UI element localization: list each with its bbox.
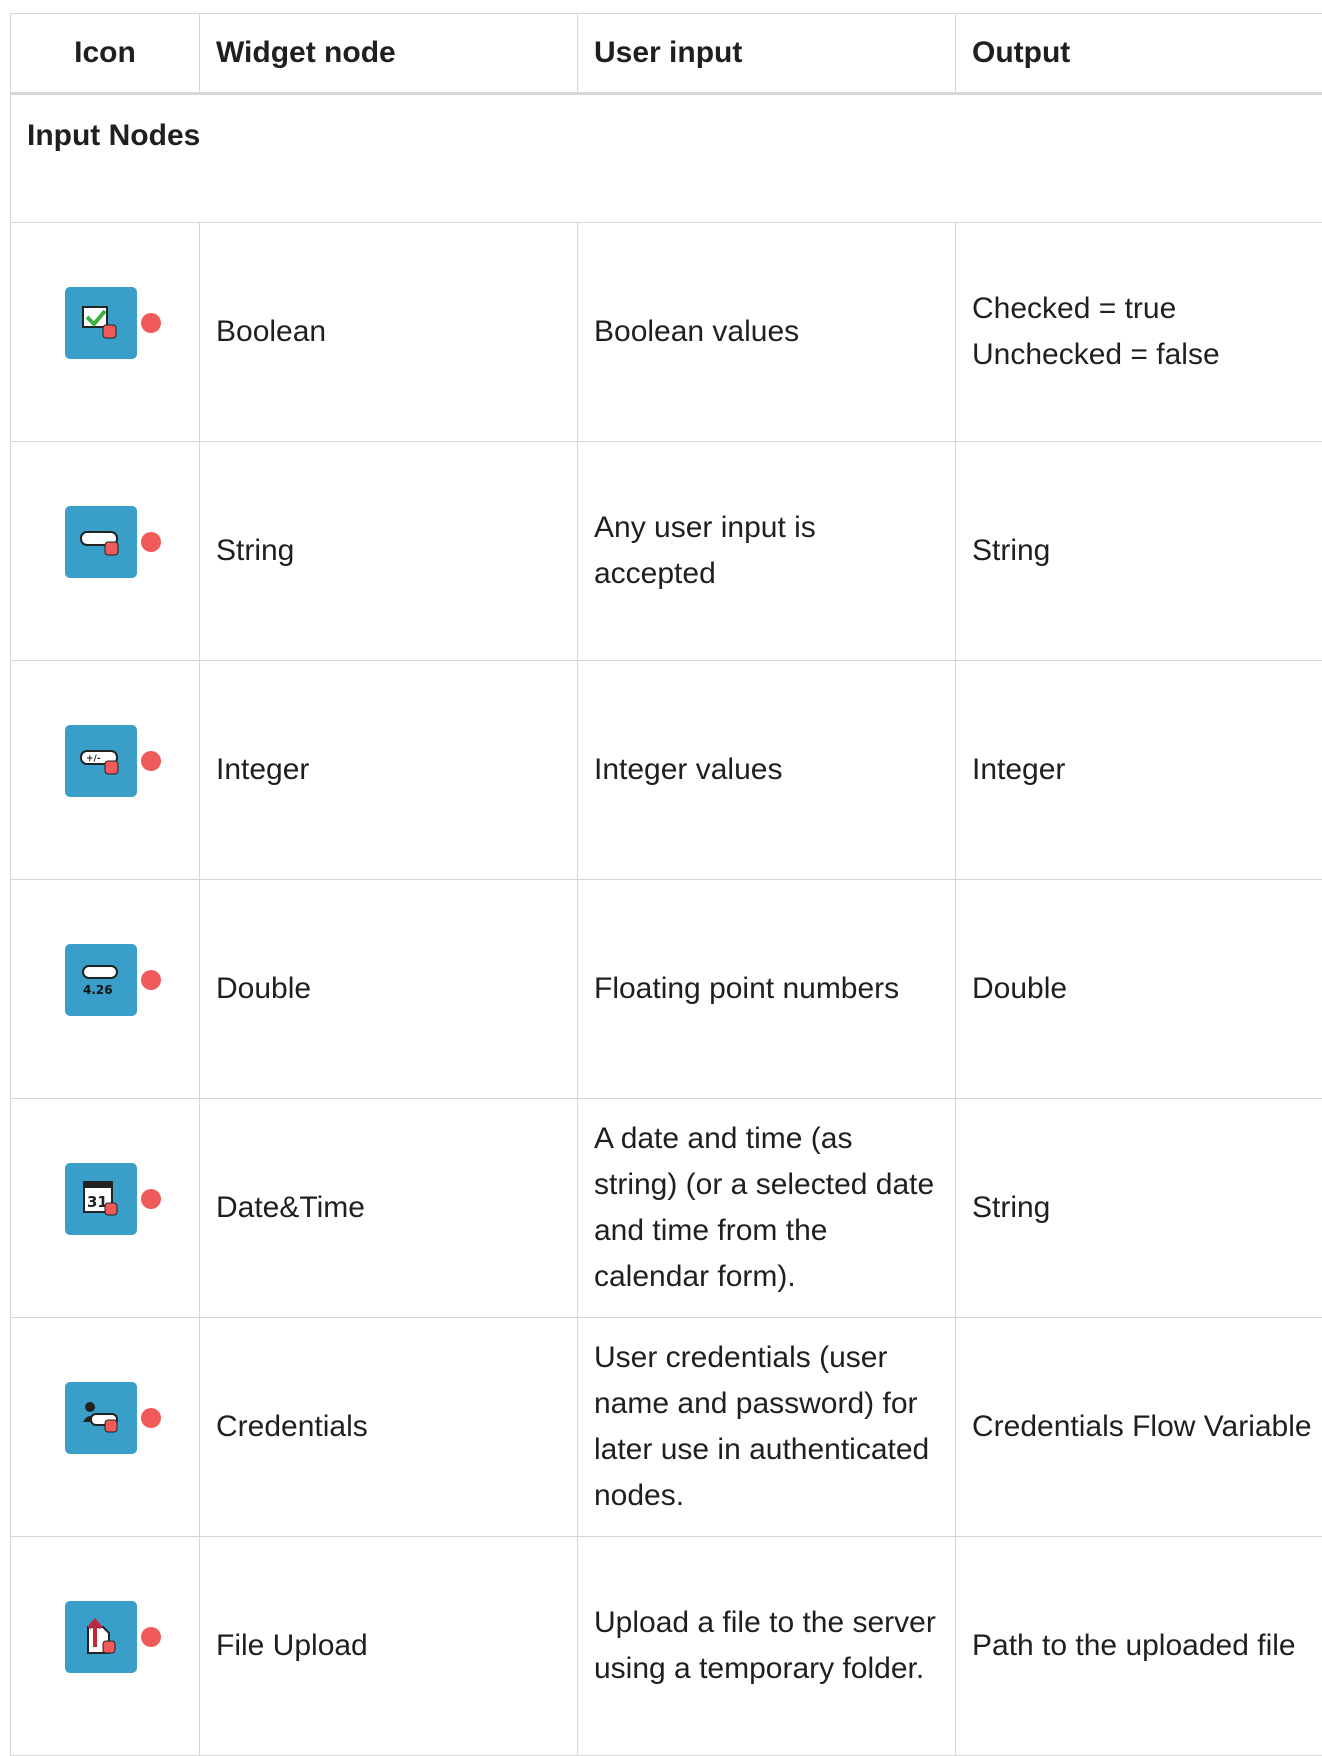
header-output: Output (956, 14, 1322, 94)
widget-name: Credentials (200, 1318, 578, 1537)
output-port-icon (141, 1627, 161, 1647)
widget-name: File Upload (200, 1537, 578, 1756)
icon-cell: +/- (11, 661, 200, 880)
icon-cell: 4.26 (11, 880, 200, 1099)
credentials-widget-icon (65, 1382, 137, 1454)
user-input-text: Floating point numbers (578, 880, 956, 1099)
user-input-text: Boolean values (578, 223, 956, 442)
output-line: Checked = true (972, 286, 1322, 332)
table-row: String Any user input is accepted String (11, 442, 1322, 661)
table-row: File Upload Upload a file to the server … (11, 1537, 1322, 1756)
output-port-icon (141, 1189, 161, 1209)
output-text: String (956, 1099, 1322, 1318)
integer-symbol: +/- (86, 754, 101, 764)
date-time-widget-icon: 31 (65, 1163, 137, 1235)
string-widget-icon (65, 506, 137, 578)
header-widget-node: Widget node (200, 14, 578, 94)
widget-name: Boolean (200, 223, 578, 442)
header-row: Icon Widget node User input Output (11, 14, 1322, 94)
section-row: Input Nodes (11, 94, 1322, 223)
user-input-text: Upload a file to the server using a temp… (578, 1537, 956, 1756)
table-row: 31 Date&Time A date and time (as string)… (11, 1099, 1322, 1318)
section-title: Input Nodes (11, 94, 1322, 223)
icon-cell (11, 223, 200, 442)
user-input-text: User credentials (user name and password… (578, 1318, 956, 1537)
widget-name: Integer (200, 661, 578, 880)
user-input-text: A date and time (as string) (or a select… (578, 1099, 956, 1318)
header-user-input: User input (578, 14, 956, 94)
icon-cell (11, 1318, 200, 1537)
output-text: String (956, 442, 1322, 661)
output-text: Path to the uploaded file (956, 1537, 1322, 1756)
output-port-icon (141, 751, 161, 771)
output-port-icon (141, 313, 161, 333)
header-icon: Icon (11, 14, 200, 94)
user-input-text: Any user input is accepted (578, 442, 956, 661)
output-text: Checked = true Unchecked = false (956, 223, 1322, 442)
output-text: Integer (956, 661, 1322, 880)
file-upload-widget-icon (65, 1601, 137, 1673)
output-line: Unchecked = false (972, 332, 1322, 378)
table-row: +/- Integer Integer values Integer (11, 661, 1322, 880)
double-widget-icon: 4.26 (65, 944, 137, 1016)
widget-name: Double (200, 880, 578, 1099)
widget-nodes-table: Icon Widget node User input Output Input… (10, 13, 1322, 1756)
icon-cell: 31 (11, 1099, 200, 1318)
integer-widget-icon: +/- (65, 725, 137, 797)
output-text: Credentials Flow Variable (956, 1318, 1322, 1537)
icon-cell (11, 442, 200, 661)
table-row: Boolean Boolean values Checked = true Un… (11, 223, 1322, 442)
widget-name: Date&Time (200, 1099, 578, 1318)
output-port-icon (141, 532, 161, 552)
widget-name: String (200, 442, 578, 661)
output-port-icon (141, 970, 161, 990)
user-input-text: Integer values (578, 661, 956, 880)
output-port-icon (141, 1408, 161, 1428)
boolean-widget-icon (65, 287, 137, 359)
table-row: Credentials User credentials (user name … (11, 1318, 1322, 1537)
icon-cell (11, 1537, 200, 1756)
double-sample-value: 4.26 (83, 983, 113, 997)
table-row: 4.26 Double Floating point numbers Doubl… (11, 880, 1322, 1099)
output-text: Double (956, 880, 1322, 1099)
